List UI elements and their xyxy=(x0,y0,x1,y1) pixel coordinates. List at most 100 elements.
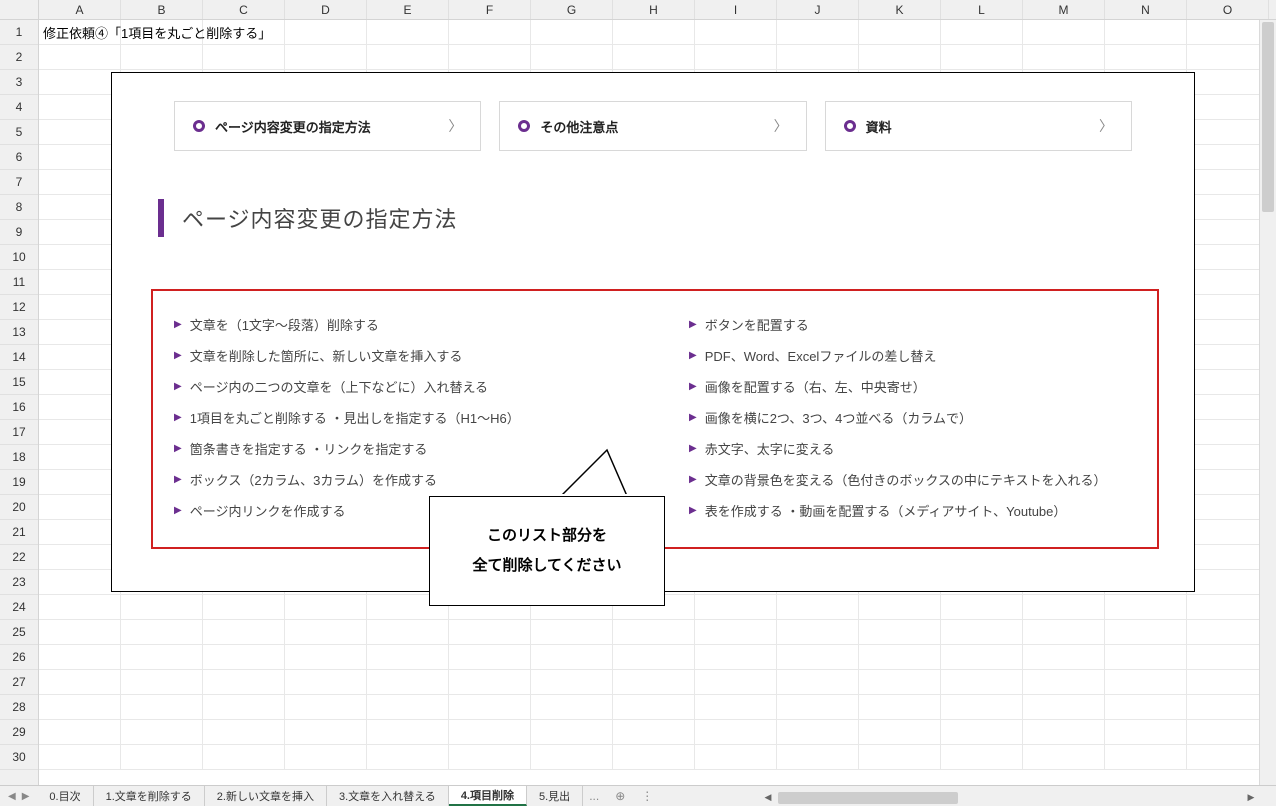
row-header[interactable]: 4 xyxy=(0,95,38,120)
column-header[interactable]: G xyxy=(531,0,613,19)
column-header[interactable]: K xyxy=(859,0,941,19)
list-item[interactable]: ▶1項目を丸ごと削除する ・見出しを指定する（H1～H6） xyxy=(174,402,659,433)
row-header[interactable]: 9 xyxy=(0,220,38,245)
list-item[interactable]: ▶文章の背景色を変える（色付きのボックスの中にテキストを入れる） xyxy=(689,464,1174,495)
nav-label: 資料 xyxy=(866,117,892,136)
bullet-icon xyxy=(193,120,205,132)
row-header[interactable]: 2 xyxy=(0,45,38,70)
sheet-tab[interactable]: 1.文章を削除する xyxy=(94,786,205,806)
row-header[interactable]: 11 xyxy=(0,270,38,295)
nav-card-page-change[interactable]: ページ内容変更の指定方法 〉 xyxy=(174,101,481,151)
column-header[interactable]: L xyxy=(941,0,1023,19)
list-item[interactable]: ▶ 文章を（1文字～段落）削除する xyxy=(174,309,659,340)
list-item[interactable]: ▶ボタンを配置する xyxy=(689,309,1174,340)
scroll-right-icon[interactable]: ▶ xyxy=(1243,790,1259,806)
sheet-tab[interactable]: 2.新しい文章を挿入 xyxy=(205,786,327,806)
select-all-corner[interactable] xyxy=(0,0,38,20)
triangle-marker-icon: ▶ xyxy=(174,319,182,330)
column-header[interactable]: O xyxy=(1187,0,1269,19)
cell-a1[interactable]: 修正依頼④「1項目を丸ごと削除する」 xyxy=(39,20,275,45)
column-header[interactable]: J xyxy=(777,0,859,19)
chevron-right-icon: 〉 xyxy=(448,116,462,136)
tabs-menu-icon[interactable]: ⋮ xyxy=(635,786,659,806)
sheet-tab[interactable]: 3.文章を入れ替える xyxy=(327,786,449,806)
tab-nav-prev-icon[interactable]: ◀ xyxy=(8,791,16,802)
column-header[interactable]: H xyxy=(613,0,695,19)
sheet-tab[interactable]: 5.見出 xyxy=(527,786,583,806)
row-header[interactable]: 5 xyxy=(0,120,38,145)
sheet-tab[interactable]: 0.目次 xyxy=(37,786,93,806)
list-item[interactable]: ▶文章を削除した箇所に、新しい文章を挿入する xyxy=(174,340,659,371)
list-item-text: 画像を横に2つ、3つ、4つ並べる（カラムで） xyxy=(705,408,972,427)
row-header[interactable]: 18 xyxy=(0,445,38,470)
callout-box: このリスト部分を 全て削除してください xyxy=(429,496,665,606)
spreadsheet-grid: 1234567891011121314151617181920212223242… xyxy=(0,0,1276,785)
cells-region[interactable]: 修正依頼④「1項目を丸ごと削除する」 ページ内容変更の指定方法 〉 そ xyxy=(39,20,1276,770)
column-header[interactable]: D xyxy=(285,0,367,19)
column-header[interactable]: I xyxy=(695,0,777,19)
row-header[interactable]: 28 xyxy=(0,695,38,720)
column-header[interactable]: F xyxy=(449,0,531,19)
row-header[interactable]: 13 xyxy=(0,320,38,345)
row-header[interactable]: 19 xyxy=(0,470,38,495)
scroll-left-icon[interactable]: ◀ xyxy=(760,790,776,806)
grid-area: ABCDEFGHIJKLMNO 修正依頼④「1項目を丸ごと削除する」 ページ内容… xyxy=(39,0,1276,785)
list-item-text: 文章を（1文字～段落）削除する xyxy=(190,315,379,334)
row-header[interactable]: 12 xyxy=(0,295,38,320)
row-header[interactable]: 21 xyxy=(0,520,38,545)
list-item[interactable]: ▶ページ内の二つの文章を（上下などに）入れ替える xyxy=(174,371,659,402)
row-header[interactable]: 3 xyxy=(0,70,38,95)
sheet-tab[interactable]: 4.項目削除 xyxy=(449,786,527,806)
list-item[interactable]: ▶PDF、Word、Excelファイルの差し替え xyxy=(689,340,1174,371)
column-header[interactable]: N xyxy=(1105,0,1187,19)
row-header[interactable]: 30 xyxy=(0,745,38,770)
row-header[interactable]: 6 xyxy=(0,145,38,170)
callout-line-2: 全て削除してください xyxy=(448,551,646,581)
bullet-icon xyxy=(518,120,530,132)
column-header[interactable]: C xyxy=(203,0,285,19)
add-sheet-button[interactable]: ⊕ xyxy=(605,786,635,806)
row-header[interactable]: 7 xyxy=(0,170,38,195)
row-header[interactable]: 24 xyxy=(0,595,38,620)
list-item-text: 文章の背景色を変える（色付きのボックスの中にテキストを入れる） xyxy=(705,470,1107,489)
list-item[interactable]: ▶赤文字、太字に変える xyxy=(689,433,1174,464)
nav-card-notes[interactable]: その他注意点 〉 xyxy=(499,101,806,151)
row-header[interactable]: 10 xyxy=(0,245,38,270)
list-item-text: 文章を削除した箇所に、新しい文章を挿入する xyxy=(190,346,463,365)
chevron-right-icon: 〉 xyxy=(1099,116,1113,136)
row-header[interactable]: 17 xyxy=(0,420,38,445)
heading-text: ページ内容変更の指定方法 xyxy=(182,202,458,234)
list-item-text: ボタンを配置する xyxy=(705,315,809,334)
column-header[interactable]: E xyxy=(367,0,449,19)
list-item-text: 表を作成する ・動画を配置する（メディアサイト、Youtube） xyxy=(705,501,1067,520)
vertical-scrollbar[interactable] xyxy=(1259,20,1276,785)
column-header[interactable]: A xyxy=(39,0,121,19)
row-header[interactable]: 26 xyxy=(0,645,38,670)
tabs-ellipsis[interactable]: ... xyxy=(583,786,605,806)
row-header[interactable]: 23 xyxy=(0,570,38,595)
row-header[interactable]: 1 xyxy=(0,20,38,45)
row-header[interactable]: 15 xyxy=(0,370,38,395)
list-item[interactable]: ▶ 画像を横に2つ、3つ、4つ並べる（カラムで） xyxy=(689,402,1174,433)
row-header[interactable]: 8 xyxy=(0,195,38,220)
scrollbar-thumb[interactable] xyxy=(778,792,958,804)
column-header[interactable]: M xyxy=(1023,0,1105,19)
triangle-marker-icon: ▶ xyxy=(689,412,697,423)
nav-card-materials[interactable]: 資料 〉 xyxy=(825,101,1132,151)
nav-label: ページ内容変更の指定方法 xyxy=(215,117,371,136)
list-item[interactable]: ▶ 表を作成する ・動画を配置する（メディアサイト、Youtube） xyxy=(689,495,1174,526)
row-header[interactable]: 29 xyxy=(0,720,38,745)
list-item[interactable]: ▶画像を配置する（右、左、中央寄せ） xyxy=(689,371,1174,402)
row-header[interactable]: 27 xyxy=(0,670,38,695)
row-header[interactable]: 25 xyxy=(0,620,38,645)
row-header[interactable]: 14 xyxy=(0,345,38,370)
horizontal-scrollbar[interactable]: ◀ ▶ xyxy=(760,789,1259,806)
scrollbar-thumb[interactable] xyxy=(1262,22,1274,212)
tab-nav-next-icon[interactable]: ▶ xyxy=(22,791,30,802)
column-header[interactable]: B xyxy=(121,0,203,19)
row-header[interactable]: 20 xyxy=(0,495,38,520)
triangle-marker-icon: ▶ xyxy=(689,381,697,392)
row-header[interactable]: 22 xyxy=(0,545,38,570)
row-header[interactable]: 16 xyxy=(0,395,38,420)
triangle-marker-icon: ▶ xyxy=(689,505,697,516)
